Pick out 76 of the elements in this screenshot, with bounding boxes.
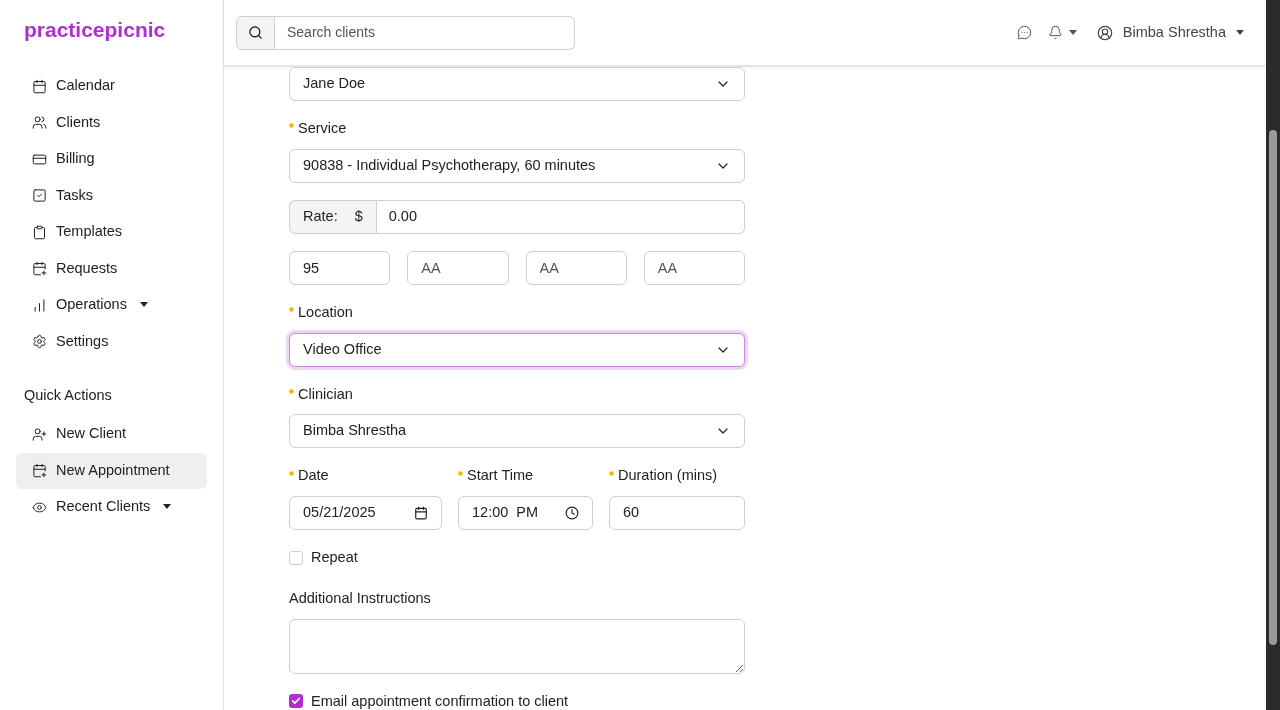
checkbox-icon <box>32 188 47 203</box>
nav-item[interactable]: New Client <box>16 416 207 453</box>
rate-field[interactable]: 0.00 <box>376 199 745 234</box>
bar-chart-icon <box>32 297 47 313</box>
nav-item[interactable]: Templates <box>16 214 207 250</box>
nav-label: New Appointment <box>56 460 170 480</box>
nav-item[interactable]: Billing <box>16 141 207 177</box>
code-field[interactable]: 95 <box>289 250 391 285</box>
nav-item[interactable]: Clients <box>16 104 207 141</box>
clipboard-icon <box>32 224 47 240</box>
nav-label: Billing <box>56 149 95 169</box>
select-field[interactable]: Jane Doe <box>289 67 745 101</box>
checkbox[interactable] <box>289 550 303 565</box>
nav-label: Recent Clients <box>56 497 151 517</box>
nav-item[interactable]: Tasks <box>16 177 207 214</box>
field-label: Start Time <box>467 466 534 486</box>
nav-item[interactable]: New Appointment <box>16 452 207 489</box>
calendar-icon <box>32 78 47 94</box>
users-icon <box>32 115 47 130</box>
caret-icon <box>1068 29 1077 36</box>
clock-icon <box>565 506 579 520</box>
scrollbar-thumb[interactable] <box>1269 130 1277 645</box>
select-field[interactable]: Bimba Shrestha <box>289 414 745 449</box>
calendar-icon <box>414 506 428 520</box>
chat-icon[interactable] <box>1016 25 1032 40</box>
code-field[interactable]: AA <box>525 250 627 285</box>
scrollbar[interactable] <box>1266 0 1280 710</box>
field-label: Location <box>298 302 353 322</box>
notifications-button[interactable] <box>1047 25 1077 40</box>
field-label: Duration (mins) <box>618 466 718 486</box>
field-label: Service <box>298 119 347 138</box>
checkbox-label: Repeat <box>311 548 358 567</box>
nav-item[interactable]: Calendar <box>16 68 207 104</box>
calendar-plus-icon <box>32 463 47 479</box>
settings-icon <box>32 334 47 349</box>
nav-label: Templates <box>56 222 123 242</box>
search-icon <box>248 25 263 40</box>
section-title: Quick Actions <box>23 385 113 405</box>
nav-label: New Client <box>56 424 127 444</box>
nav-label: Tasks <box>56 185 94 205</box>
caret-icon <box>1236 29 1244 36</box>
user-icon <box>1096 24 1113 41</box>
rate-label: Rate: <box>303 206 338 226</box>
eye-icon <box>32 499 47 515</box>
checkbox-label: Email appointment confirmation to client <box>311 691 569 710</box>
search-field[interactable]: Search clients <box>275 15 575 50</box>
field-label: Date <box>298 466 329 486</box>
nav-label: Requests <box>56 258 118 278</box>
nav-label: Calendar <box>56 76 115 96</box>
nav-label: Operations <box>56 295 127 315</box>
card-icon <box>32 151 47 167</box>
nav-item[interactable]: Requests <box>16 250 207 287</box>
user-menu[interactable]: Bimba Shrestha <box>1096 21 1244 44</box>
calendar-plus-icon <box>32 261 47 276</box>
field-label: Clinician <box>298 384 353 404</box>
select-field[interactable]: 90838 - Individual Psychotherapy, 60 minutes <box>289 148 745 183</box>
nav-item[interactable]: Settings <box>16 323 207 360</box>
field-label: Additional Instructions <box>289 588 431 608</box>
checkbox[interactable] <box>289 694 303 709</box>
date-field[interactable]: 05/21/2025 <box>289 496 442 530</box>
select-field[interactable]: Video Office <box>289 332 745 367</box>
check-icon <box>291 696 301 707</box>
code-field[interactable]: AA <box>407 250 509 285</box>
instructions-field[interactable] <box>289 618 745 674</box>
nav-label: Settings <box>56 331 109 351</box>
text-field[interactable]: 60 <box>609 496 745 530</box>
time-field[interactable]: 12:00 PM <box>458 496 593 530</box>
search-button[interactable] <box>236 15 275 50</box>
user-plus-icon <box>32 426 47 442</box>
code-field[interactable]: AA <box>643 250 745 285</box>
nav-item[interactable]: Operations <box>16 287 207 323</box>
logo[interactable]: practicepicnic <box>16 0 207 66</box>
currency-symbol: $ <box>354 206 363 226</box>
nav-item[interactable]: Recent Clients <box>16 489 207 526</box>
bell-icon <box>1047 25 1063 40</box>
nav-label: Clients <box>56 112 101 132</box>
